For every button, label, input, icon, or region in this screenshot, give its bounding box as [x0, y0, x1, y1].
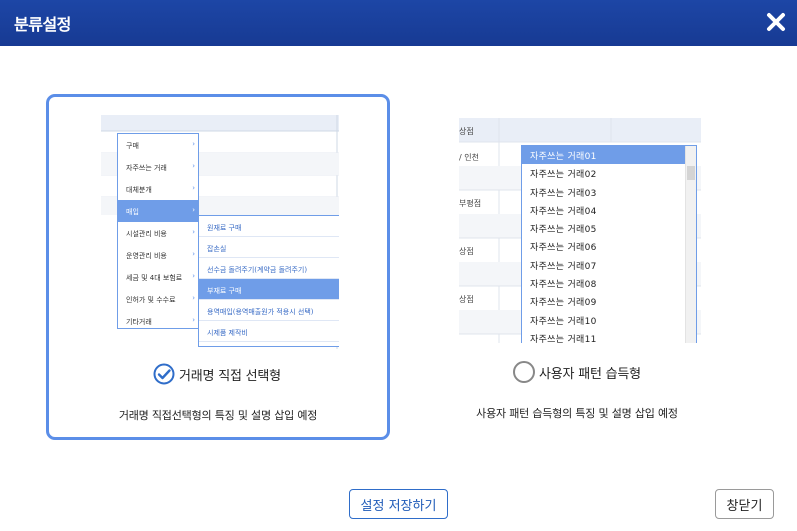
preview-list-item: 자주쓰는 거래01: [522, 146, 696, 165]
preview-list-item: 자주쓰는 거래10: [530, 316, 597, 327]
preview-menu1-item-label: 구매: [126, 142, 139, 150]
preview-pattern-learning: 상점 / 인천 부평점 상점 상점 자주쓰는 거래01 자주쓰는 거래02 자주쓰는…: [459, 118, 701, 343]
option-card-pattern-learning[interactable]: 상점 / 인천 부평점 상점 상점 자주쓰는 거래01 자주쓰는 거래02 자주쓰는…: [405, 94, 749, 440]
radio-circle-icon: [513, 361, 535, 383]
preview-list-item: 자주쓰는 거래07: [530, 261, 597, 272]
chevron-right-icon: ›: [192, 272, 195, 280]
classification-settings-dialog: 분류설정 구매 › 자주쓰는 거래 › 대체분개 › 매입 › 시설관리 비용 › 운영관리 비용 ›…: [0, 0, 797, 531]
preview-menu1-item-label: 인허가 및 수수료: [126, 296, 176, 304]
preview-menu-level1: 구매 › 자주쓰는 거래 › 대체분개 › 매입 › 시설관리 비용 › 운영관리 비용 › 세금 및 …: [117, 133, 199, 329]
preview-menu1-item: 세금 및 4대 보험료 ›: [118, 266, 198, 288]
chevron-right-icon: ›: [192, 206, 195, 214]
preview-list-item: 자주쓰는 거래11: [530, 334, 597, 343]
side-label: 상점: [459, 127, 474, 136]
preview-menu1-item-label: 세금 및 4대 보험료: [126, 274, 183, 282]
preview-menu2-item: 원재료 구매: [199, 216, 339, 237]
option-direct-select[interactable]: 거래명 직접 선택형: [153, 363, 281, 385]
option-direct-select-label: 거래명 직접 선택형: [179, 368, 281, 384]
preview-menu2-item: 잡손실: [199, 237, 339, 258]
preview-list-item: 자주쓰는 거래04: [530, 206, 597, 217]
preview-menu1-item: 운영관리 비용 ›: [118, 244, 198, 266]
save-settings-button[interactable]: 설정 저장하기: [349, 489, 448, 519]
preview-menu1-item: 구매 ›: [118, 134, 198, 156]
side-label: 상점: [459, 295, 474, 304]
preview-menu1-item: 시설관리 비용 ›: [118, 222, 198, 244]
preview-menu1-item-label: 매입: [126, 208, 139, 216]
preview-list-item: 자주쓰는 거래02: [530, 170, 597, 181]
preview-menu-level2: 원재료 구매 잡손실 선수금 돌려주기(계약금 돌려주기) 부재료 구매 용역매입(용역…: [198, 215, 339, 347]
option-pattern-learning-label: 사용자 패턴 습득형: [539, 366, 641, 382]
preview-menu2-item: 시제품 제작비: [199, 321, 339, 342]
option-pattern-learning[interactable]: 사용자 패턴 습득형: [513, 361, 641, 383]
side-label: 상점: [459, 247, 474, 256]
chevron-right-icon: ›: [192, 184, 195, 192]
scrollbar: [685, 146, 696, 343]
check-circle-icon: [153, 363, 175, 385]
preview-list-item: 자주쓰는 거래03: [530, 188, 597, 199]
dialog-title: 분류설정: [14, 15, 71, 34]
side-label: 부평점: [459, 199, 482, 208]
chevron-right-icon: ›: [192, 162, 195, 170]
dialog-header: 분류설정: [0, 0, 797, 46]
preview-menu2-item: 광고비 집행: [199, 342, 339, 349]
preview-list-item: 자주쓰는 거래06: [530, 243, 597, 254]
preview-menu1-item: 매입 ›: [118, 200, 198, 222]
preview-list-item: 자주쓰는 거래08: [530, 280, 597, 291]
preview-list-item: 자주쓰는 거래05: [530, 225, 597, 236]
preview-direct-select: 구매 › 자주쓰는 거래 › 대체분개 › 매입 › 시설관리 비용 › 운영관리 비용 › 세금 및 …: [101, 115, 339, 349]
chevron-right-icon: ›: [192, 140, 195, 148]
close-icon[interactable]: [763, 9, 789, 35]
close-window-button[interactable]: 창닫기: [715, 489, 774, 519]
side-label: / 인천: [459, 153, 479, 162]
preview-menu1-item: 인허가 및 수수료 ›: [118, 288, 198, 310]
chevron-right-icon: ›: [192, 294, 195, 302]
preview-menu1-item: 기타거래 ›: [118, 310, 198, 332]
option-direct-select-description: 거래명 직접선택형의 특징 및 설명 삽입 예정: [118, 409, 318, 422]
preview-list-item: 자주쓰는 거래09: [530, 298, 597, 309]
preview-menu1-item-label: 운영관리 비용: [126, 252, 167, 260]
chevron-right-icon: ›: [192, 228, 195, 236]
preview-menu1-item: 자주쓰는 거래 ›: [118, 156, 198, 178]
option-card-direct-select[interactable]: 구매 › 자주쓰는 거래 › 대체분개 › 매입 › 시설관리 비용 › 운영관리 비용 › 세금 및 …: [46, 94, 390, 440]
preview-menu1-item-label: 시설관리 비용: [126, 230, 167, 238]
preview-menu1-item-label: 기타거래: [126, 318, 152, 326]
preview-menu1-item-label: 대체분개: [126, 186, 152, 194]
preview-menu1-item-label: 자주쓰는 거래: [126, 164, 167, 172]
preview-menu2-item: 부재료 구매: [199, 279, 339, 300]
preview-menu2-item: 선수금 돌려주기(계약금 돌려주기): [199, 258, 339, 279]
chevron-right-icon: ›: [192, 250, 195, 258]
option-pattern-learning-description: 사용자 패턴 습득형의 특징 및 설명 삽입 예정: [476, 407, 678, 420]
preview-menu2-item: 용역매입(용역매출원가 적용시 선택): [199, 300, 339, 321]
preview-menu1-item: 대체분개 ›: [118, 178, 198, 200]
preview-frequent-list: 자주쓰는 거래01 자주쓰는 거래02 자주쓰는 거래03 자주쓰는 거래04 자주쓰는…: [521, 145, 697, 343]
chevron-right-icon: ›: [192, 316, 195, 324]
